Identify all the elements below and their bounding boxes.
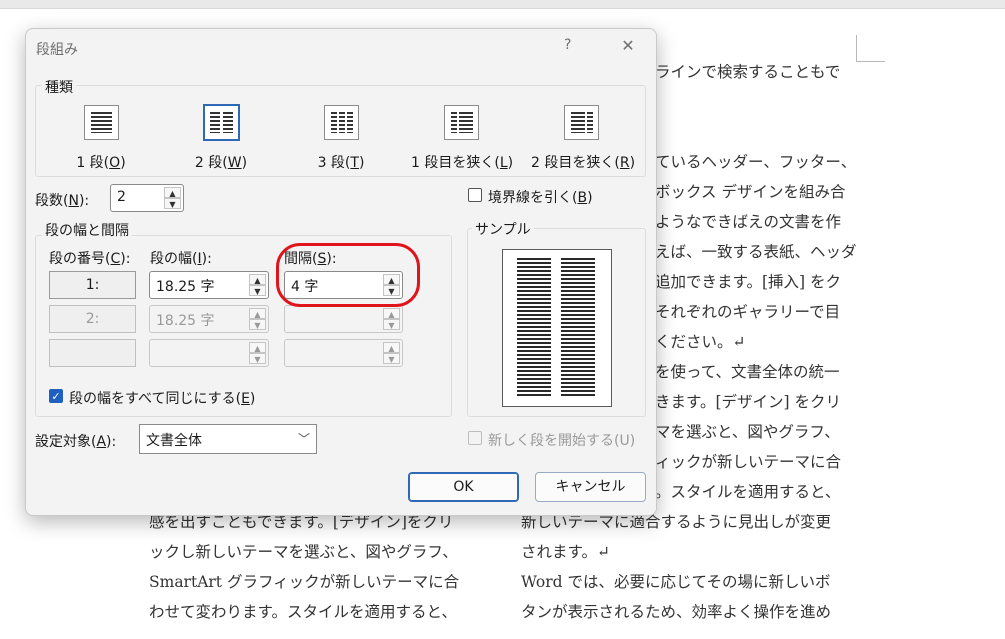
document-line: きます。[デザイン] をクリ	[655, 393, 841, 411]
presets-group-label: 種類	[42, 77, 76, 97]
columns-dialog: 段組み ? ✕ 種類 1 段(O) 2 段(W) 3 段(T) 1 段目を狭く(…	[25, 28, 657, 516]
document-line: ください。↵	[655, 333, 746, 351]
apply-to-label: 設定対象(A):	[35, 434, 117, 450]
num-columns-value: 2	[117, 189, 126, 205]
document-line: ックし新しいテーマを選ぶと、図やグラフ、	[149, 543, 458, 561]
column-number-2: 2:	[49, 305, 136, 333]
help-button[interactable]: ?	[564, 37, 571, 53]
equal-width-checkbox[interactable]: ✓	[49, 389, 63, 403]
document-line: SmartArt グラフィックが新しいテーマに合	[149, 573, 460, 591]
left-narrow-icon	[443, 105, 479, 140]
document-line: マを選ぶと、図やグラフ、	[655, 423, 840, 441]
spacing-spinner-3[interactable]: ▲ ▼	[284, 339, 403, 367]
column-width-spinner-1[interactable]: 18.25 字 ▲ ▼	[149, 271, 269, 299]
one-column-icon	[83, 105, 119, 140]
spin-down-icon[interactable]: ▼	[249, 285, 266, 296]
sample-column	[561, 258, 595, 398]
document-line: ようなできばえの文書を作	[655, 213, 842, 231]
column-number-header: 段の番号(C):	[49, 251, 131, 267]
preset-left-narrow[interactable]: 1 段目を狭く(L)	[411, 105, 514, 172]
spin-up-icon[interactable]: ▲	[383, 308, 400, 319]
column-width-value: 18.25 字	[156, 313, 215, 329]
spin-up-icon[interactable]: ▲	[383, 342, 400, 353]
column-width-spinner-3[interactable]: ▲ ▼	[149, 339, 269, 367]
start-new-column-checkbox[interactable]	[468, 431, 482, 445]
sample-preview	[502, 249, 612, 407]
column-width-spinner-2[interactable]: 18.25 字 ▲ ▼	[149, 305, 269, 333]
column-number-1: 1:	[49, 271, 136, 299]
dialog-title: 段組み	[36, 42, 78, 58]
ok-button[interactable]: OK	[408, 472, 519, 502]
line-between-label: 境界線を引く(B)	[488, 190, 593, 206]
document-line: Word では、必要に応じてその場に新しいボ	[521, 573, 831, 591]
spin-up-icon[interactable]: ▲	[249, 274, 266, 285]
document-line: ているヘッダー、フッター、	[655, 153, 857, 171]
spin-down-icon[interactable]: ▼	[383, 353, 400, 364]
right-narrow-icon	[563, 105, 599, 140]
preset-label: 2 段目を狭く(R)	[531, 155, 636, 171]
start-new-column-label: 新しく段を開始する(U)	[488, 433, 636, 449]
equal-width-label: 段の幅をすべて同じにする(E)	[69, 391, 256, 407]
document-line: 。スタイルを適用すると、	[655, 483, 841, 501]
preset-three-columns[interactable]: 3 段(T)	[291, 105, 391, 172]
spin-down-icon[interactable]: ▼	[249, 319, 266, 330]
three-column-icon	[323, 105, 359, 140]
preset-right-narrow[interactable]: 2 段目を狭く(R)	[531, 105, 636, 172]
sample-group-label: サンプル	[472, 219, 534, 239]
column-width-header: 段の幅(I):	[150, 251, 212, 267]
spin-up-icon[interactable]: ▲	[249, 342, 266, 353]
spin-down-icon[interactable]: ▼	[383, 319, 400, 330]
num-columns-spinner[interactable]: 2 ▲ ▼	[110, 184, 184, 212]
page-corner-mark	[856, 35, 885, 62]
line-between-checkbox[interactable]	[468, 188, 482, 202]
document-line: ボックス デザインを組み合	[655, 183, 846, 201]
cancel-button[interactable]: キャンセル	[535, 472, 646, 502]
num-columns-label: 段数(N):	[35, 193, 90, 209]
document-line: を使って、文書全体の統一	[655, 363, 840, 381]
column-number-3	[49, 339, 136, 367]
preset-label: 2 段(W)	[194, 155, 248, 171]
document-line: タンが表示されるため、効率よく操作を進め	[521, 603, 832, 621]
document-line: それぞれのギャラリーで目	[655, 303, 841, 321]
close-button[interactable]: ✕	[618, 36, 638, 55]
document-line: 追加できます。[挿入] をク	[655, 273, 841, 291]
sample-column	[517, 258, 551, 398]
document-line: えば、一致する表紙、ヘッダ	[655, 243, 857, 261]
document-line: ラインで検索することもで	[655, 63, 841, 81]
document-line: ィックが新しいテーマに合	[655, 453, 842, 471]
highlight-annotation	[276, 243, 420, 307]
preset-label: 1 段目を狭く(L)	[411, 155, 514, 171]
column-width-value: 18.25 字	[156, 279, 215, 295]
chevron-down-icon: ﹀	[297, 432, 310, 446]
width-spacing-group-label: 段の幅と間隔	[42, 220, 132, 240]
spin-up-icon[interactable]: ▲	[249, 308, 266, 319]
document-line: されます。↵	[521, 543, 610, 561]
preset-label: 3 段(T)	[317, 155, 365, 171]
preset-one-column[interactable]: 1 段(O)	[51, 105, 151, 172]
preset-two-columns[interactable]: 2 段(W)	[171, 104, 271, 172]
preset-label: 1 段(O)	[76, 155, 126, 171]
document-line: わせて変わります。スタイルを適用すると、	[149, 603, 457, 621]
spin-down-icon[interactable]: ▼	[164, 198, 181, 209]
apply-to-select[interactable]: 文書全体 ﹀	[139, 424, 317, 454]
spin-up-icon[interactable]: ▲	[164, 187, 181, 198]
apply-to-value: 文書全体	[146, 433, 202, 449]
spin-down-icon[interactable]: ▼	[249, 353, 266, 364]
spacing-spinner-2[interactable]: ▲ ▼	[284, 305, 403, 333]
two-column-icon	[202, 104, 240, 141]
checkmark-icon: ✓	[51, 390, 61, 403]
